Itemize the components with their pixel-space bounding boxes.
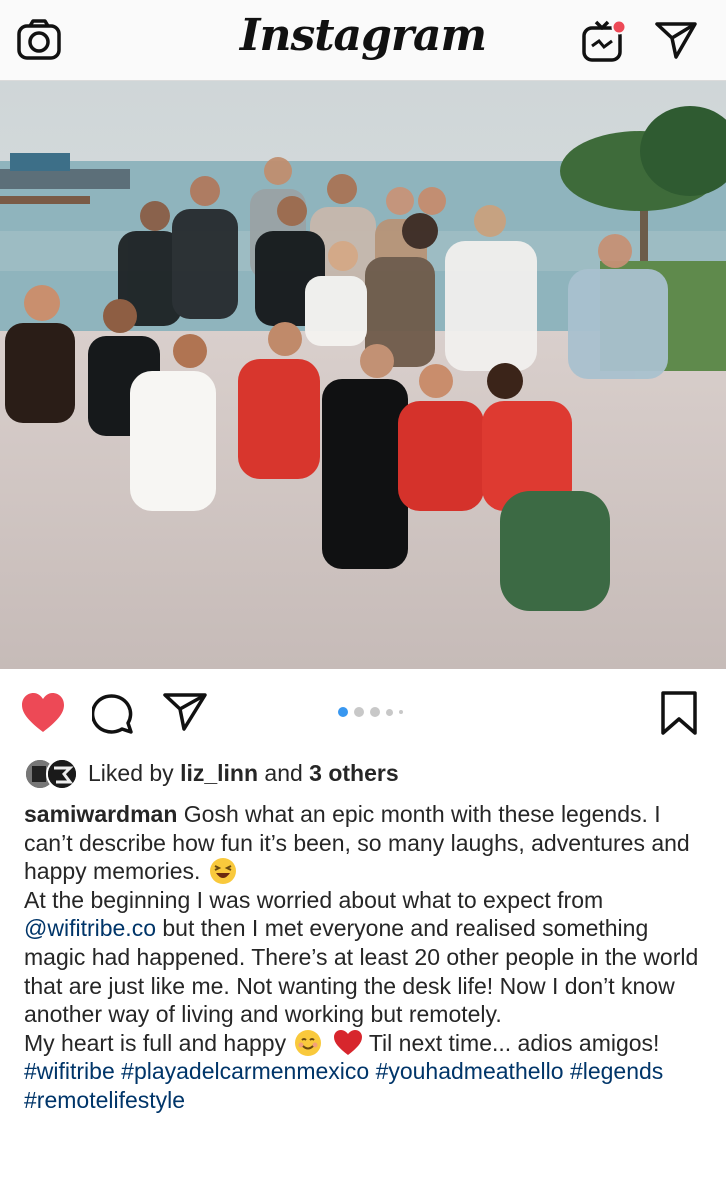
caption-username[interactable]: samiwardman xyxy=(24,801,177,827)
hashtag-link[interactable]: #legends xyxy=(570,1058,663,1084)
group-photo-image xyxy=(0,81,726,669)
caption-text-5: Til next time... adios amigos! xyxy=(368,1029,660,1056)
smiling-emoji-icon xyxy=(294,1029,322,1057)
liked-by-others-link[interactable]: 3 others xyxy=(309,760,398,787)
liked-by-connector: and xyxy=(264,759,303,786)
post-action-bar xyxy=(0,670,726,754)
heart-filled-icon[interactable] xyxy=(20,692,66,734)
carousel-dot-active xyxy=(338,707,348,717)
carousel-dot xyxy=(386,708,393,716)
direct-message-icon[interactable] xyxy=(654,20,698,60)
carousel-dot xyxy=(370,707,380,717)
caption-text-2: At the beginning I was worried about wha… xyxy=(24,886,604,913)
caption-hashtags: #wifitribe #playadelcarmenmexico #youhad… xyxy=(24,1057,704,1114)
carousel-indicator xyxy=(338,706,403,718)
likes-summary[interactable]: Liked by liz_linn and 3 others xyxy=(24,756,399,790)
caption-mention-link[interactable]: @wifitribe.co xyxy=(24,915,156,941)
liked-by-user-link[interactable]: liz_linn xyxy=(180,760,258,787)
notification-dot xyxy=(611,19,627,35)
avatar[interactable] xyxy=(46,758,78,790)
hashtag-link[interactable]: #youhadmeathello xyxy=(376,1058,564,1084)
bookmark-icon[interactable] xyxy=(660,690,698,736)
hashtag-link[interactable]: #remotelifestyle xyxy=(24,1087,185,1113)
post-caption: samiwardman Gosh what an epic month with… xyxy=(24,800,704,1115)
red-heart-emoji-icon xyxy=(333,1029,362,1057)
igtv-icon[interactable] xyxy=(580,16,628,64)
hashtag-link[interactable]: #wifitribe xyxy=(24,1058,115,1084)
hashtag-link[interactable]: #playadelcarmenmexico xyxy=(121,1058,369,1084)
caption-text-4: My heart is full and happy xyxy=(24,1029,287,1056)
share-icon[interactable] xyxy=(162,692,208,732)
carousel-dot xyxy=(399,710,403,714)
liker-avatars[interactable] xyxy=(24,757,80,790)
top-navigation-bar: Instagram xyxy=(0,0,726,81)
laughing-emoji-icon xyxy=(209,857,237,885)
carousel-dot xyxy=(354,707,364,717)
post-photo[interactable] xyxy=(0,81,726,669)
liked-by-prefix: Liked by xyxy=(88,759,174,786)
comment-icon[interactable] xyxy=(90,692,136,734)
